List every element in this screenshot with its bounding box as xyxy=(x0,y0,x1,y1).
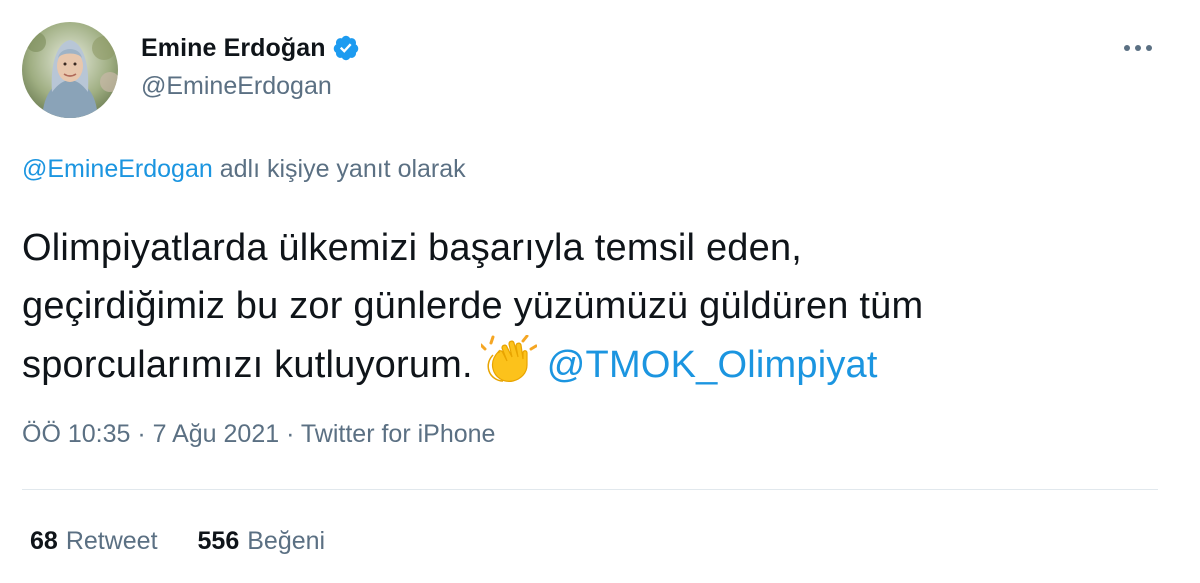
tweet-time: ÖÖ 10:35 xyxy=(22,420,131,448)
author-block: Emine Erdoğan @EmineErdogan xyxy=(141,30,360,101)
retweets-stat[interactable]: 68 Retweet xyxy=(30,527,158,556)
reply-mention-link[interactable]: @EmineErdogan xyxy=(22,155,213,183)
tweet-card: Emine Erdoğan @EmineErdogan @EmineErdoga… xyxy=(0,0,1200,583)
tweet-text-line-last: sporcularımızı kutluyorum. @TMOK_Olimpiy… xyxy=(22,334,1182,402)
retweets-count: 68 xyxy=(30,527,58,555)
tweet-text-line: Olimpiyatlarda ülkemizi başarıyla temsil… xyxy=(22,227,803,269)
verified-badge-icon xyxy=(332,34,360,62)
tweet-date: 7 Ağu 2021 xyxy=(152,420,280,448)
tweet-text-line-content: sporcularımızı kutluyorum. xyxy=(22,344,473,386)
tweet-time-link[interactable]: ÖÖ 10:35 · 7 Ağu 2021 xyxy=(22,420,279,448)
reply-context: @EmineErdogan adlı kişiye yanıt olarak xyxy=(22,155,466,184)
handle[interactable]: @EmineErdogan xyxy=(141,72,360,101)
meta-separator: · xyxy=(279,420,301,448)
likes-count: 556 xyxy=(197,527,240,555)
tweet-source-link[interactable]: Twitter for iPhone xyxy=(301,420,496,448)
tweet-text: Olimpiyatlarda ülkemizi başarıyla temsil… xyxy=(22,219,1182,402)
display-name[interactable]: Emine Erdoğan xyxy=(141,34,326,63)
meta-separator: · xyxy=(130,420,153,448)
display-name-row: Emine Erdoğan xyxy=(141,30,360,66)
tweet-meta: ÖÖ 10:35 · 7 Ağu 2021 · Twitter for iPho… xyxy=(22,420,495,449)
clapping-hands-icon xyxy=(479,334,538,402)
likes-stat[interactable]: 556 Beğeni xyxy=(198,527,326,556)
divider xyxy=(22,489,1158,490)
tweet-text-line: geçirdiğimiz bu zor günlerde yüzümüzü gü… xyxy=(22,285,924,327)
more-options-icon[interactable] xyxy=(1118,30,1158,66)
retweets-label: Retweet xyxy=(65,527,158,555)
avatar[interactable] xyxy=(22,22,118,118)
likes-label: Beğeni xyxy=(247,527,326,555)
tweet-stats: 68 Retweet 556 Beğeni xyxy=(30,527,325,556)
tweet-mention-link[interactable]: @TMOK_Olimpiyat xyxy=(547,344,878,386)
reply-context-text: adlı kişiye yanıt olarak xyxy=(212,155,466,183)
